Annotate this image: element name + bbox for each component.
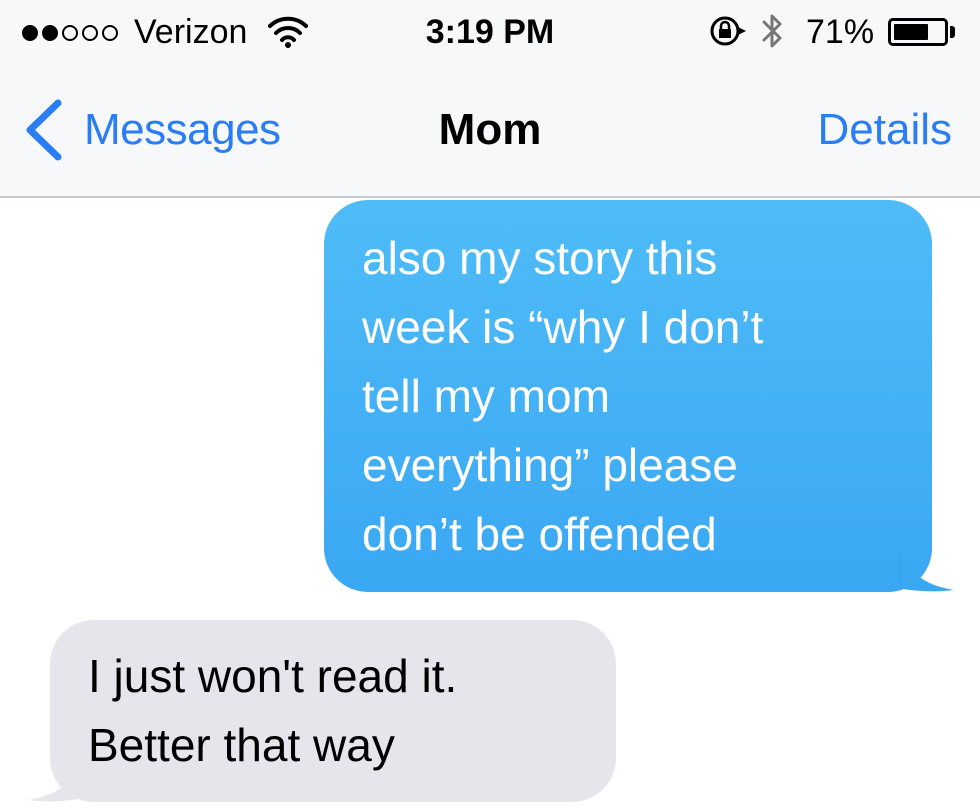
messages-screen: Verizon 3:19 PM 71% Messages Mom Details…	[0, 0, 980, 810]
battery-tip	[950, 26, 955, 38]
battery-percentage: 71%	[806, 13, 875, 51]
details-button[interactable]: Details	[818, 104, 953, 156]
rotation-lock-icon	[710, 16, 746, 46]
message-line: I just won't read it.	[88, 650, 458, 702]
message-line: week is “why I don’t	[362, 301, 764, 353]
navigation-bar: Messages Mom Details	[0, 80, 980, 180]
status-bar: Verizon 3:19 PM 71%	[0, 0, 980, 66]
battery-icon	[888, 18, 948, 46]
incoming-message-bubble[interactable]: I just won't read it. Better that way	[28, 620, 616, 802]
outgoing-message-bubble[interactable]: also my story this week is “why I don’t …	[324, 200, 954, 592]
message-line: tell my mom	[362, 370, 610, 422]
bubble-tail	[28, 758, 84, 802]
header: Verizon 3:19 PM 71% Messages Mom Details	[0, 0, 980, 198]
message-line: Better that way	[88, 719, 395, 771]
message-line: also my story this	[362, 232, 718, 284]
message-line: don’t be offended	[362, 508, 717, 560]
bubble-tail	[898, 548, 954, 592]
battery-level	[894, 24, 929, 40]
message-line: everything” please	[362, 439, 738, 491]
bluetooth-icon	[762, 14, 782, 48]
